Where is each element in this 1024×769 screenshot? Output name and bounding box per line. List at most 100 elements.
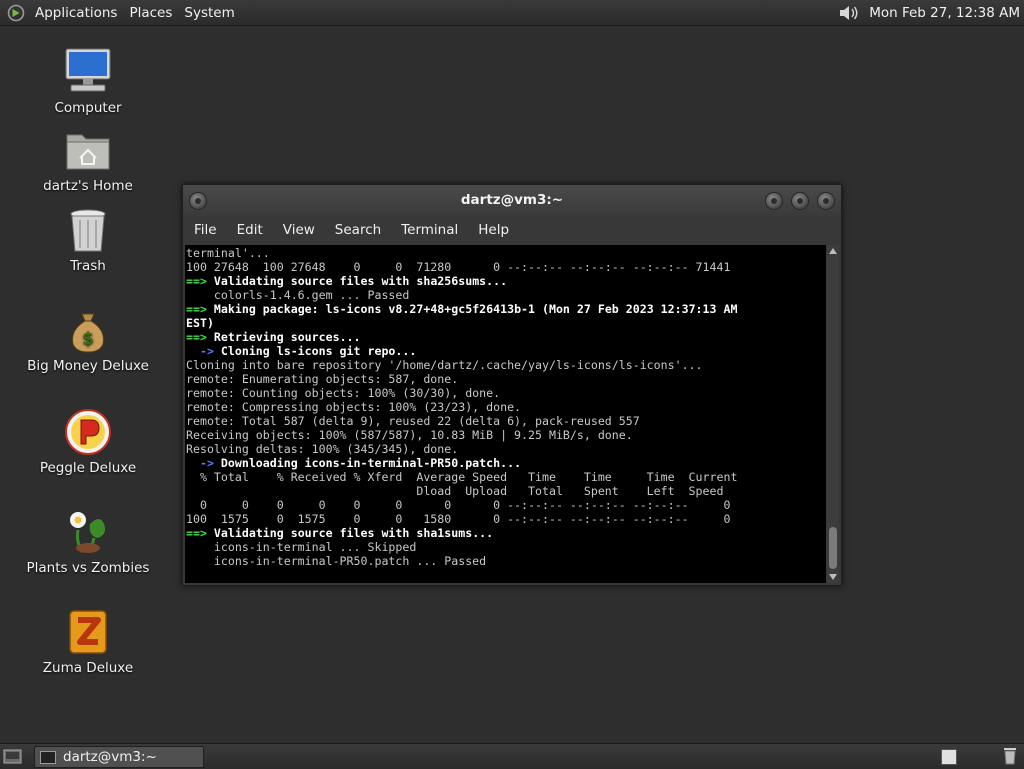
applications-menu[interactable]: Applications: [31, 5, 125, 21]
terminal-output[interactable]: terminal'... 100 27648 100 27648 0 0 7128…: [185, 245, 826, 583]
terminal-text: ->: [186, 344, 214, 358]
menu-file[interactable]: File: [183, 222, 227, 238]
terminal-line: colorls-1.4.6.gem ... Passed: [186, 288, 826, 302]
terminal-text: terminal'...: [186, 246, 270, 260]
terminal-line: remote: Enumerating objects: 587, done.: [186, 372, 826, 386]
mate-logo-icon[interactable]: [7, 4, 25, 22]
desktop-icon-big-money-deluxe[interactable]: $ Big Money Deluxe: [18, 308, 158, 374]
desktop-icon-label: Plants vs Zombies: [26, 560, 150, 576]
terminal-line: % Total % Received % Xferd Average Speed…: [186, 470, 826, 484]
scrollbar-thumb[interactable]: [829, 527, 837, 569]
terminal-text: Validating source files with sha256sums.…: [206, 274, 508, 288]
desktop-icon-label: Zuma Deluxe: [42, 660, 134, 676]
scroll-down-arrow-icon[interactable]: [829, 574, 837, 580]
terminal-text: icons-in-terminal ... Skipped: [186, 540, 417, 554]
terminal-text: Cloning into bare repository '/home/dart…: [186, 358, 703, 372]
terminal-line: EST): [186, 316, 826, 330]
trash-applet-icon[interactable]: [1003, 747, 1017, 765]
places-menu[interactable]: Places: [125, 5, 180, 21]
terminal-line: remote: Counting objects: 100% (30/30), …: [186, 386, 826, 400]
terminal-line: Cloning into bare repository '/home/dart…: [186, 358, 826, 372]
peggle-icon: [65, 409, 111, 455]
system-menu[interactable]: System: [180, 5, 242, 21]
terminal-window[interactable]: dartz@vm3:~ File Edit View Search Termin…: [182, 184, 842, 586]
terminal-line: remote: Compressing objects: 100% (23/23…: [186, 400, 826, 414]
window-titlebar[interactable]: dartz@vm3:~: [183, 185, 841, 216]
desktop-icon-peggle-deluxe[interactable]: Peggle Deluxe: [18, 408, 158, 476]
terminal-text: colorls-1.4.6.gem ... Passed: [186, 288, 410, 302]
menu-view[interactable]: View: [273, 222, 325, 238]
terminal-line: 100 27648 100 27648 0 0 71280 0 --:--:--…: [186, 260, 826, 274]
terminal-text: ==>: [186, 526, 207, 540]
terminal-text: 100 1575 0 1575 0 0 1580 0 --:--:-- --:-…: [186, 512, 731, 526]
window-menu-button[interactable]: [189, 192, 207, 210]
bottom-panel: dartz@vm3:~: [0, 743, 1024, 769]
terminal-text: remote: Counting objects: 100% (30/30), …: [186, 386, 501, 400]
terminal-line: Dload Upload Total Spent Left Speed: [186, 484, 826, 498]
trash-icon: [70, 209, 106, 252]
volume-icon[interactable]: [837, 3, 861, 23]
terminal-icon: [40, 750, 56, 764]
terminal-text: icons-in-terminal-PR50.patch ... Passed: [186, 554, 487, 568]
desktop-icon-plants-vs-zombies[interactable]: Plants vs Zombies: [18, 508, 158, 576]
terminal-text: ->: [186, 456, 214, 470]
menu-help[interactable]: Help: [468, 222, 519, 238]
terminal-line: ==> Validating source files with sha256s…: [186, 274, 826, 288]
terminal-line: Resolving deltas: 100% (345/345), done.: [186, 442, 826, 456]
terminal-line: ==> Retrieving sources...: [186, 330, 826, 344]
terminal-menubar: File Edit View Search Terminal Help: [183, 216, 841, 244]
home-folder-icon: [66, 134, 110, 170]
terminal-text: remote: Total 587 (delta 9), reused 22 (…: [186, 414, 640, 428]
terminal-line: ==> Validating source files with sha1sum…: [186, 526, 826, 540]
terminal-line: 0 0 0 0 0 0 0 0 --:--:-- --:--:-- --:--:…: [186, 498, 826, 512]
taskbar-window-button[interactable]: dartz@vm3:~: [34, 746, 204, 768]
terminal-text: EST): [186, 316, 214, 330]
terminal-line: icons-in-terminal-PR50.patch ... Passed: [186, 554, 826, 568]
panel-tray: Mon Feb 27, 12:38 AM: [837, 3, 1024, 23]
terminal-text: Dload Upload Total Spent Left Speed: [186, 484, 724, 498]
desktop-icon-label: Big Money Deluxe: [27, 358, 149, 374]
desktop-icon-computer[interactable]: Computer: [18, 46, 158, 116]
terminal-text: remote: Enumerating objects: 587, done.: [186, 372, 459, 386]
taskbar-window-label: dartz@vm3:~: [63, 749, 157, 765]
terminal-scrollbar[interactable]: [827, 245, 839, 583]
show-desktop-icon[interactable]: [3, 747, 22, 765]
terminal-text: remote: Compressing objects: 100% (23/23…: [186, 400, 522, 414]
desktop-icon-label: Trash: [70, 258, 106, 274]
terminal-text: ==>: [186, 274, 207, 288]
close-button[interactable]: [817, 192, 835, 210]
terminal-text: % Total % Received % Xferd Average Speed…: [186, 470, 738, 484]
minimize-button[interactable]: [765, 192, 783, 210]
desktop-icon-zuma-deluxe[interactable]: Zuma Deluxe: [18, 608, 158, 676]
terminal-line: 100 1575 0 1575 0 0 1580 0 --:--:-- --:-…: [186, 512, 826, 526]
window-title: dartz@vm3:~: [460, 192, 564, 208]
terminal-text: ==>: [186, 330, 207, 344]
terminal-text: Validating source files with sha1sums...: [206, 526, 494, 540]
terminal-line: icons-in-terminal ... Skipped: [186, 540, 826, 554]
clock[interactable]: Mon Feb 27, 12:38 AM: [861, 5, 1020, 21]
desktop-icon-label: Computer: [54, 100, 122, 116]
terminal-text: Resolving deltas: 100% (345/345), done.: [186, 442, 459, 456]
desktop-icon-home[interactable]: dartz's Home: [18, 128, 158, 194]
terminal-line: -> Cloning ls-icons git repo...: [186, 344, 826, 358]
maximize-button[interactable]: [791, 192, 809, 210]
svg-text:$: $: [82, 329, 94, 349]
desktop-icon-label: Peggle Deluxe: [39, 460, 137, 476]
zuma-icon: [69, 610, 107, 654]
terminal-text: Cloning ls-icons git repo...: [213, 344, 417, 358]
plants-vs-zombies-icon: [70, 512, 106, 553]
terminal-text: ==>: [186, 302, 207, 316]
menu-terminal[interactable]: Terminal: [391, 222, 468, 238]
menu-edit[interactable]: Edit: [227, 222, 273, 238]
workspace-switcher[interactable]: [941, 749, 957, 765]
terminal-text: Downloading icons-in-terminal-PR50.patch…: [213, 456, 522, 470]
menu-search[interactable]: Search: [325, 222, 391, 238]
money-bag-icon: $: [72, 313, 104, 353]
terminal-line: ==> Making package: ls-icons v8.27+48+gc…: [186, 302, 826, 316]
desktop-icon-trash[interactable]: Trash: [18, 208, 158, 274]
top-panel: Applications Places System Mon Feb 27, 1…: [0, 0, 1024, 26]
scroll-up-arrow-icon[interactable]: [829, 248, 837, 254]
terminal-text: 0 0 0 0 0 0 0 0 --:--:-- --:--:-- --:--:…: [186, 498, 731, 512]
computer-icon: [65, 48, 111, 92]
terminal-text: Making package: ls-icons v8.27+48+gc5f26…: [206, 302, 738, 316]
